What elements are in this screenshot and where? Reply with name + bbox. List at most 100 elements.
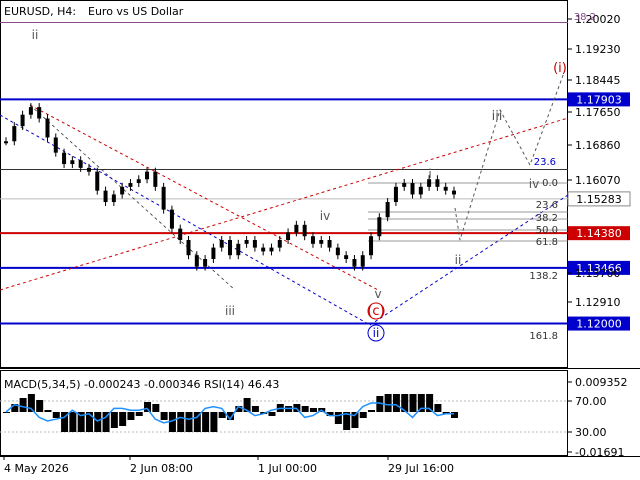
macd-bar-49 (409, 394, 417, 412)
wave-label-iii: iii (225, 304, 235, 318)
candle-body-22 (186, 240, 191, 256)
candle-body-2 (20, 114, 25, 127)
candle-body-28 (236, 243, 241, 256)
wave-label-ii-blue: ii (373, 326, 380, 340)
candle-body-31 (261, 247, 266, 252)
macd-bar-43 (359, 412, 367, 418)
wave-label-v: v (374, 287, 381, 301)
candle-body-13 (111, 194, 116, 203)
candle-body-6 (53, 137, 58, 153)
level-tag-label-3: 1.12000 (576, 318, 622, 331)
macd-bar-19 (160, 412, 168, 420)
candle-body-5 (45, 118, 50, 138)
wave-label-iii-forecast: iii (492, 109, 503, 124)
ind-tick-label-3: -0.01691 (575, 446, 624, 459)
candle-body-20 (169, 209, 174, 229)
candle-body-53 (443, 186, 448, 191)
macd-bar-47 (392, 394, 400, 412)
symbol-label: EURUSD, H4: (4, 5, 76, 18)
candle-body-21 (178, 228, 183, 241)
x-tick-label-0: 4 May 2026 (4, 462, 69, 475)
description-label: Euro vs US Dollar (88, 5, 184, 18)
candle-body-47 (393, 186, 398, 203)
candle-body-14 (120, 186, 125, 195)
fib-label-236-right: 23.6 (536, 200, 558, 211)
candle-body-32 (269, 247, 274, 252)
macd-bar-32 (268, 412, 276, 416)
macd-bar-46 (384, 394, 392, 412)
indicator-label: MACD(5,34,5) -0.000243 -0.000346 RSI(14)… (4, 378, 279, 391)
macd-bar-44 (368, 410, 376, 412)
level-tag-label-0: 1.17903 (576, 93, 622, 106)
macd-bar-14 (119, 412, 127, 426)
candle-body-33 (277, 240, 282, 248)
macd-bar-21 (177, 412, 185, 432)
macd-bar-54 (451, 412, 458, 418)
macd-bar-25 (210, 412, 218, 432)
y-tick-label-4: 1.16860 (575, 139, 621, 152)
wave-label-iv: iv (320, 209, 330, 223)
y-tick-label-5: 1.16070 (575, 174, 621, 187)
candle-body-30 (252, 240, 257, 248)
macd-bar-15 (127, 412, 135, 420)
y-tick-label-1: 1.19230 (575, 43, 621, 56)
wave-label-i-red: (i) (553, 61, 567, 76)
candle-body-10 (86, 167, 91, 172)
macd-bar-24 (202, 412, 210, 432)
y-tick-label-8: 1.13700 (575, 267, 621, 280)
wave-label-i: i (428, 167, 431, 181)
candle-body-41 (344, 255, 349, 259)
fib-label-00: 0.0 (542, 178, 558, 189)
macd-bar-37 (309, 408, 317, 412)
candle-body-11 (95, 171, 100, 191)
candle-body-34 (286, 232, 291, 241)
candle-body-42 (352, 259, 357, 267)
wave-label-iv-forecast: iv (529, 177, 539, 191)
candle-body-18 (153, 171, 158, 187)
candle-body-25 (211, 247, 216, 259)
macd-bar-6 (52, 412, 60, 418)
macd-bar-13 (110, 412, 118, 428)
ind-tick-label-0: 0.009352 (575, 376, 628, 389)
x-tick-label-1: 2 Jun 08:00 (130, 462, 193, 475)
candle-body-52 (435, 179, 440, 187)
candle-body-0 (4, 141, 8, 144)
price-tag-label: 1.15283 (576, 193, 622, 206)
x-tick-label-3: 29 Jul 16:00 (388, 462, 454, 475)
candle-body-45 (377, 217, 382, 237)
fib-label-1618: 161.8 (529, 331, 558, 342)
candle-body-44 (369, 236, 374, 256)
candle-body-1 (12, 126, 17, 142)
candle-body-36 (302, 224, 307, 237)
candle-body-39 (327, 240, 332, 248)
candle-body-15 (128, 183, 133, 187)
candle-body-19 (161, 186, 166, 210)
candle-body-23 (194, 255, 199, 267)
candle-body-49 (410, 183, 415, 195)
fib-label-236: 23.6 (534, 157, 556, 168)
macd-bar-52 (434, 404, 442, 412)
macd-bar-5 (44, 410, 52, 412)
fib-label-382-top: 38.2 (574, 12, 596, 23)
macd-bar-36 (301, 406, 309, 412)
fib-label-618: 61.8 (536, 237, 558, 248)
candle-body-48 (402, 183, 407, 187)
candle-body-35 (294, 224, 299, 233)
candle-body-43 (360, 255, 365, 267)
wave-label-ii-small: ii (455, 253, 462, 267)
macd-bar-30 (251, 406, 259, 412)
candle-body-8 (70, 160, 75, 165)
candle-body-27 (228, 240, 232, 256)
candle-body-3 (28, 107, 33, 115)
y-tick-label-2: 1.18445 (575, 74, 621, 87)
candle-body-12 (103, 190, 108, 203)
candle-body-40 (335, 247, 340, 256)
level-tag-label-1: 1.14380 (576, 227, 622, 240)
candle-body-16 (136, 179, 141, 184)
fib-label-382: 38.2 (536, 213, 558, 224)
candle-body-26 (219, 240, 224, 248)
candle-body-50 (418, 186, 423, 195)
candle-body-54 (452, 190, 456, 195)
candle-body-4 (37, 107, 42, 119)
fib-label-1382: 138.2 (529, 271, 558, 282)
